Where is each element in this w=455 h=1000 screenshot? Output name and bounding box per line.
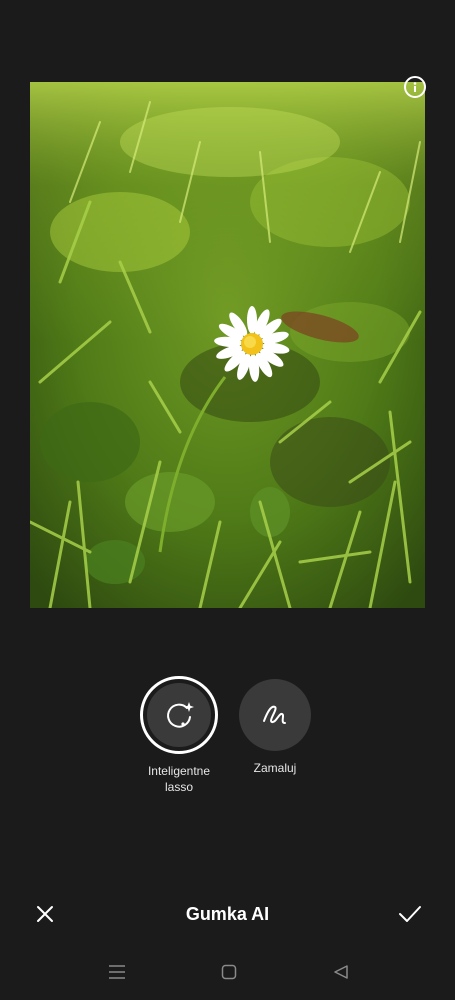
bottom-action-bar: Gumka AI — [0, 890, 455, 938]
info-button[interactable] — [404, 76, 426, 98]
daisy-in-grass-image — [30, 82, 425, 608]
brush-tool[interactable]: Zamaluj — [235, 676, 315, 776]
screen-title: Gumka AI — [185, 904, 270, 924]
back-button[interactable] — [330, 961, 352, 983]
smart-lasso-tool[interactable]: Inteligentne lasso — [139, 676, 219, 795]
back-icon — [334, 965, 348, 979]
brush-button[interactable] — [239, 679, 311, 751]
brush-label: Zamaluj — [253, 761, 297, 775]
smart-lasso-label: Inteligentne lasso — [147, 764, 211, 794]
checkmark-icon — [399, 906, 421, 922]
info-icon — [413, 82, 417, 92]
recent-apps-button[interactable] — [106, 961, 128, 983]
system-navigation-bar — [0, 955, 455, 989]
smart-lasso-button[interactable] — [140, 676, 218, 754]
menu-icon — [109, 965, 125, 979]
photo-preview[interactable] — [30, 82, 425, 608]
brush-stroke-icon — [263, 705, 286, 724]
home-button[interactable] — [218, 961, 240, 983]
home-icon — [221, 964, 237, 980]
confirm-button[interactable] — [395, 899, 425, 929]
smart-lasso-icon — [167, 702, 194, 728]
